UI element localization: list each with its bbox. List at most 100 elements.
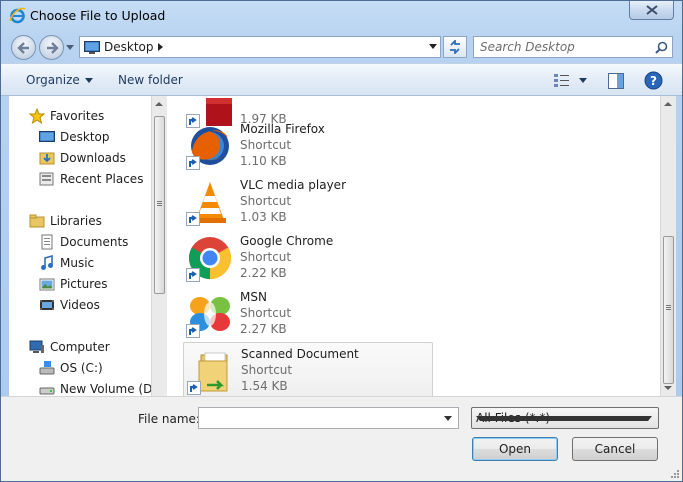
help-icon[interactable]: ? xyxy=(644,71,663,90)
desktop-icon xyxy=(39,131,55,142)
shortcut-arrow-icon xyxy=(187,381,201,395)
file-type: Shortcut xyxy=(240,306,292,320)
nav-pane-scrollbar[interactable] xyxy=(151,96,167,396)
file-item-google-chrome[interactable]: Google Chrome Shortcut 2.22 KB xyxy=(183,230,433,286)
scroll-up-arrow-icon[interactable] xyxy=(664,102,672,106)
open-button[interactable]: Open xyxy=(472,437,558,461)
close-button[interactable] xyxy=(629,1,674,20)
forward-arrow-icon xyxy=(47,42,59,54)
file-name-label: File name: xyxy=(138,412,200,426)
file-type: Shortcut xyxy=(241,363,293,377)
resize-grip-icon[interactable] xyxy=(670,469,680,479)
file-type-select[interactable]: All Files (*.*) xyxy=(471,407,659,429)
chevron-down-icon xyxy=(476,416,652,421)
close-icon xyxy=(646,5,658,15)
nav-item-label: Desktop xyxy=(60,130,110,144)
nav-computer-label: Computer xyxy=(50,340,110,354)
file-name-combobox[interactable] xyxy=(198,407,459,429)
organize-menu[interactable]: Organize xyxy=(26,73,93,87)
file-item-msn[interactable]: MSN Shortcut 2.27 KB xyxy=(183,286,433,342)
file-name: MSN xyxy=(240,290,267,304)
svg-text:?: ? xyxy=(650,74,657,88)
file-name-input[interactable] xyxy=(202,411,437,425)
organize-label: Organize xyxy=(26,73,80,87)
file-type: Shortcut xyxy=(240,194,292,208)
downloads-folder-icon xyxy=(39,152,55,165)
file-list: 1.97 KB Mozilla Firefox Shortcut 1.10 KB xyxy=(169,96,660,396)
shortcut-arrow-icon xyxy=(186,156,200,170)
file-list-scrollbar[interactable] xyxy=(660,96,676,396)
scroll-up-arrow-icon[interactable] xyxy=(155,102,163,106)
nav-item-label: OS (C:) xyxy=(60,361,103,375)
file-upload-dialog: Choose File to Upload Desktop Search Des… xyxy=(0,0,683,482)
grip-line xyxy=(666,307,671,308)
forward-button[interactable] xyxy=(39,35,64,60)
command-toolbar: Organize New folder ? xyxy=(1,63,682,96)
grip-line xyxy=(157,203,162,204)
file-item-mozilla-firefox[interactable]: Mozilla Firefox Shortcut 1.10 KB xyxy=(183,118,433,174)
file-scroll-thumb[interactable] xyxy=(663,236,674,384)
search-box[interactable] xyxy=(473,36,673,58)
nav-item-label: Videos xyxy=(60,298,100,312)
videos-icon xyxy=(40,300,54,310)
search-input[interactable] xyxy=(480,40,650,54)
navigation-bar: Desktop xyxy=(1,31,682,63)
back-button[interactable] xyxy=(11,35,36,60)
nav-item-label: New Volume (D:) xyxy=(60,382,151,396)
file-item-vlc-media-player[interactable]: VLC media player Shortcut 1.03 KB xyxy=(183,174,433,230)
shortcut-arrow-icon xyxy=(186,324,200,338)
address-dropdown-icon[interactable] xyxy=(429,44,437,50)
address-location[interactable]: Desktop xyxy=(104,40,154,54)
file-size: 2.22 KB xyxy=(240,266,287,280)
refresh-icon xyxy=(450,40,460,54)
file-item-scanned-document[interactable]: Scanned Document Shortcut 1.54 KB xyxy=(183,342,433,396)
view-options-chevron-icon[interactable] xyxy=(579,78,587,83)
nav-item-label: Documents xyxy=(60,235,129,249)
file-name: Mozilla Firefox xyxy=(240,122,325,136)
internet-explorer-icon xyxy=(9,7,26,24)
browser-content: Favorites Desktop Downloads Recent Place… xyxy=(9,96,676,396)
new-folder-button[interactable]: New folder xyxy=(118,73,183,87)
window-title: Choose File to Upload xyxy=(30,8,166,23)
grip-line xyxy=(666,309,671,310)
chevron-down-icon[interactable] xyxy=(444,416,452,421)
navigation-pane: Favorites Desktop Downloads Recent Place… xyxy=(9,96,151,396)
file-type: Shortcut xyxy=(240,250,292,264)
file-size: 1.03 KB xyxy=(240,210,287,224)
nav-libraries-label: Libraries xyxy=(50,214,102,228)
file-size: 1.10 KB xyxy=(240,154,287,168)
file-name: VLC media player xyxy=(240,178,347,192)
documents-icon xyxy=(41,234,53,250)
change-view-icon[interactable] xyxy=(553,73,571,89)
music-icon xyxy=(41,255,53,270)
system-drive-icon xyxy=(39,361,55,375)
pictures-icon xyxy=(39,278,55,291)
desktop-icon xyxy=(84,41,100,54)
shortcut-arrow-icon xyxy=(186,268,200,282)
chevron-down-icon xyxy=(84,78,93,83)
title-bar[interactable]: Choose File to Upload xyxy=(1,1,682,31)
libraries-icon xyxy=(29,214,45,228)
preview-pane-icon[interactable] xyxy=(608,73,624,89)
nav-item-label: Pictures xyxy=(60,277,108,291)
scroll-down-arrow-icon[interactable] xyxy=(664,386,672,390)
nav-item-label: Recent Places xyxy=(60,172,144,186)
cancel-button[interactable]: Cancel xyxy=(572,437,658,461)
grip-line xyxy=(157,201,162,202)
computer-icon xyxy=(29,340,44,353)
breadcrumb-chevron-icon[interactable] xyxy=(158,42,164,52)
nav-scroll-thumb[interactable] xyxy=(154,116,165,294)
search-icon[interactable] xyxy=(655,41,668,54)
file-type: Shortcut xyxy=(240,138,292,152)
drive-icon xyxy=(39,387,55,395)
file-size: 2.27 KB xyxy=(240,322,287,336)
file-name: Scanned Document xyxy=(241,347,359,361)
nav-item-label: Music xyxy=(60,256,95,270)
nav-item-label: Downloads xyxy=(60,151,126,165)
refresh-button[interactable] xyxy=(443,36,467,58)
nav-favorites-label: Favorites xyxy=(50,109,105,123)
address-bar[interactable]: Desktop xyxy=(79,36,441,58)
recent-places-icon xyxy=(39,172,54,186)
dialog-footer: File name: All Files (*.*) Open Cancel xyxy=(1,396,682,481)
recent-locations-chevron-icon[interactable] xyxy=(66,45,74,51)
